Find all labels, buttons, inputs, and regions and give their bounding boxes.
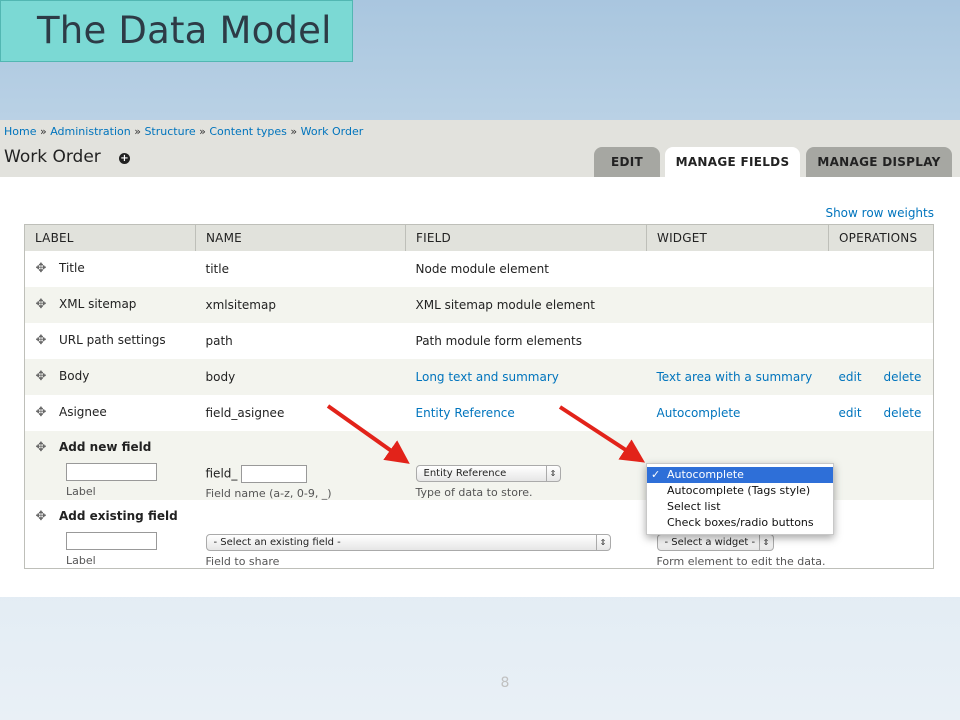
delete-link[interactable]: delete (884, 406, 922, 420)
existing-widget-desc: Form element to edit the data. (656, 554, 826, 568)
widget-link[interactable]: Text area with a summary (657, 370, 813, 384)
table-row: ✥ URL path settings path Path module form… (24, 322, 934, 359)
widget-option-select-list[interactable]: Select list (647, 499, 833, 515)
drupal-screenshot: Home » Administration » Structure » Cont… (0, 120, 960, 597)
row-name: field_asignee (195, 394, 406, 431)
row-label: URL path settings (59, 333, 166, 347)
page-title: Work Order (4, 147, 101, 167)
table-row: ✥ Title title Node module element (24, 250, 934, 287)
row-name: body (195, 358, 406, 395)
existing-field-desc: Field to share (205, 554, 280, 568)
breadcrumb-administration[interactable]: Administration (50, 125, 131, 138)
breadcrumb-separator: » (39, 125, 47, 138)
select-arrows-icon: ⇕ (595, 534, 610, 550)
existing-widget-select[interactable]: - Select a widget - ⇕ (656, 533, 774, 551)
row-label: XML sitemap (59, 297, 137, 311)
column-header-field: FIELD (405, 224, 647, 251)
table-row: ✥ XML sitemap xmlsitemap XML sitemap modu… (24, 286, 934, 323)
existing-widget-select-value: - Select a widget - (664, 536, 756, 548)
widget-option-autocomplete[interactable]: ✓ Autocomplete (647, 467, 833, 483)
tab-manage-fields[interactable]: MANAGE FIELDS (665, 147, 800, 177)
move-cross-icon[interactable]: ✥ (35, 369, 47, 384)
tab-manage-display[interactable]: MANAGE DISPLAY (806, 147, 952, 177)
edit-link[interactable]: edit (839, 406, 862, 420)
delete-link[interactable]: delete (884, 370, 922, 384)
column-header-label: LABEL (24, 224, 196, 251)
field-type-select-value: Entity Reference (423, 468, 507, 479)
new-field-name-desc: Field name (a-z, 0-9, _) (205, 486, 332, 500)
row-field: XML sitemap module element (405, 286, 647, 323)
move-cross-icon[interactable]: ✥ (35, 440, 47, 455)
show-row-weights-link[interactable]: Show row weights (825, 206, 934, 220)
breadcrumb-separator: » (290, 125, 298, 138)
move-cross-icon[interactable]: ✥ (35, 261, 47, 276)
slide-title: The Data Model (0, 0, 353, 62)
new-field-label-input[interactable] (66, 463, 157, 481)
select-arrows-icon: ⇕ (758, 534, 773, 550)
table-row: ✥ Asignee field_asignee Entity Reference … (24, 394, 934, 431)
widget-option-autocomplete-tags[interactable]: Autocomplete (Tags style) (647, 483, 833, 499)
field-name-prefix: field_ (205, 466, 238, 480)
row-widget (646, 250, 829, 287)
page-number: 8 (500, 675, 510, 691)
row-operations (828, 322, 934, 359)
row-label: Title (59, 261, 85, 275)
move-cross-icon[interactable]: ✥ (35, 509, 47, 524)
move-cross-icon[interactable]: ✥ (35, 405, 47, 420)
tab-edit[interactable]: EDIT (594, 147, 660, 177)
move-cross-icon[interactable]: ✥ (35, 297, 47, 312)
existing-field-label-input[interactable] (66, 531, 157, 550)
column-header-widget: WIDGET (646, 224, 829, 251)
add-existing-field-title: Add existing field (59, 508, 178, 523)
field-type-link[interactable]: Long text and summary (416, 370, 559, 384)
existing-field-select-value: - Select an existing field - (213, 536, 341, 548)
row-operations (828, 286, 934, 323)
row-widget (646, 286, 829, 323)
checkmark-icon: ✓ (651, 468, 661, 481)
row-label: Asignee (59, 405, 107, 419)
existing-field-select[interactable]: - Select an existing field - ⇕ (205, 533, 611, 551)
row-field: Path module form elements (405, 322, 647, 359)
move-cross-icon[interactable]: ✥ (35, 333, 47, 348)
breadcrumb-structure[interactable]: Structure (144, 125, 195, 138)
row-name: title (195, 250, 406, 287)
widget-link[interactable]: Autocomplete (657, 406, 741, 420)
table-header-row: LABEL NAME FIELD WIDGET OPERATIONS (24, 224, 934, 251)
breadcrumb-separator: » (199, 125, 206, 138)
existing-field-label-desc: Label (66, 553, 96, 567)
breadcrumb-content-types[interactable]: Content types (209, 125, 287, 138)
plus-circle-icon[interactable]: + (119, 153, 130, 164)
breadcrumb-home[interactable]: Home (4, 125, 36, 138)
row-field: Node module element (405, 250, 647, 287)
breadcrumb-separator: » (134, 125, 141, 138)
column-header-operations: OPERATIONS (828, 224, 934, 251)
page-header: Home » Administration » Structure » Cont… (0, 120, 960, 177)
row-label: Body (59, 369, 90, 383)
row-operations (828, 250, 934, 287)
field-type-select[interactable]: Entity Reference ⇕ (415, 465, 561, 482)
new-field-label-desc: Label (66, 485, 96, 498)
edit-link[interactable]: edit (839, 370, 862, 384)
select-arrows-icon: ⇕ (545, 466, 560, 481)
row-widget (646, 322, 829, 359)
field-type-link[interactable]: Entity Reference (416, 406, 515, 420)
column-header-name: NAME (195, 224, 406, 251)
widget-dropdown-menu: ✓ Autocomplete Autocomplete (Tags style) … (646, 463, 834, 535)
widget-option-checkboxes[interactable]: Check boxes/radio buttons (647, 515, 833, 531)
row-name: path (195, 322, 406, 359)
table-row: ✥ Body body Long text and summary Text ar… (24, 358, 934, 395)
breadcrumb: Home » Administration » Structure » Cont… (4, 125, 363, 138)
new-field-name-input[interactable] (241, 464, 308, 483)
row-name: xmlsitemap (195, 286, 406, 323)
breadcrumb-work-order[interactable]: Work Order (301, 125, 364, 138)
field-type-desc: Type of data to store. (415, 486, 533, 499)
add-new-field-title: Add new field (59, 440, 152, 454)
